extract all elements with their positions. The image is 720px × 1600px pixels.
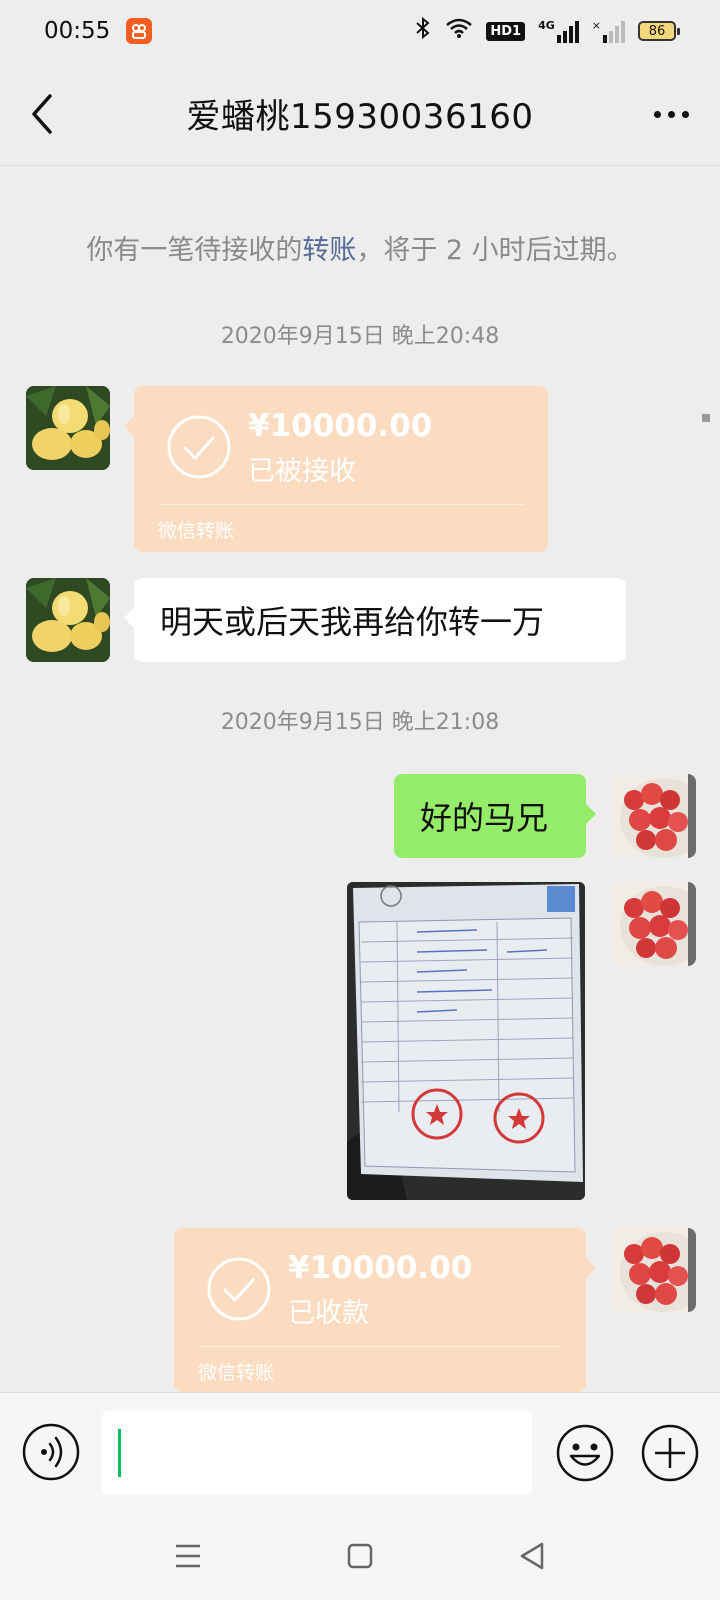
transfer-status: 已收款 [288, 1298, 369, 1329]
timestamp: 2020年9月15日 晚上21:08 [220, 710, 500, 735]
transfer-footer: 微信转账 [198, 1362, 275, 1384]
my-avatar[interactable] [612, 1228, 696, 1312]
status-bar: 00:55 HD1 4G × 86 [0, 0, 720, 62]
app-notification-icon [126, 18, 153, 44]
wifi-icon [445, 17, 473, 45]
chat-input-bar [0, 1392, 720, 1512]
voice-icon [22, 1423, 80, 1481]
emoji-button[interactable] [555, 1423, 615, 1483]
scroll-indicator [702, 414, 710, 422]
network-type-label: 4G [538, 19, 555, 32]
chat-title: 爱蟠桃15930036160 [186, 97, 534, 137]
transfer-amount: ¥10000.00 [248, 408, 433, 444]
transfer-footer: 微信转账 [158, 520, 235, 542]
chevron-left-icon [32, 94, 52, 134]
back-triangle-icon [520, 1542, 544, 1570]
divider [198, 1346, 562, 1347]
check-circle-icon [167, 415, 231, 479]
notice-prefix: 你有一笔待接收的 [86, 235, 303, 266]
peach-photo [26, 578, 110, 662]
message-input[interactable] [102, 1411, 532, 1495]
notice-suffix: ，将于 2 小时后过期。 [356, 235, 634, 266]
system-nav-bar [0, 1512, 720, 1600]
check-circle-icon [207, 1257, 271, 1321]
bluetooth-icon [414, 16, 432, 46]
more-button[interactable] [646, 94, 696, 134]
transfer-card-received[interactable]: ¥10000.00 已被接收 微信转账 [124, 386, 548, 552]
more-dots-icon [653, 110, 661, 118]
peach-photo [26, 386, 110, 470]
transfer-card-sent[interactable]: ¥10000.00 已收款 微信转账 [174, 1228, 596, 1392]
plus-icon [641, 1424, 699, 1482]
message-text: 明天或后天我再给你转一万 [160, 603, 545, 641]
my-avatar[interactable] [612, 774, 696, 858]
status-time: 00:55 [44, 18, 111, 44]
home-button[interactable] [338, 1534, 382, 1578]
cell-signal-2-icon: × [592, 19, 625, 43]
peach-red-photo [612, 882, 696, 966]
transfer-amount: ¥10000.00 [288, 1250, 473, 1286]
menu-button[interactable] [166, 1534, 210, 1578]
pending-transfer-notice: 你有一笔待接收的转账，将于 2 小时后过期。 [0, 228, 720, 267]
back-button[interactable] [22, 90, 66, 138]
sent-image-message[interactable] [347, 882, 585, 1200]
back-nav-button[interactable] [510, 1534, 554, 1578]
menu-icon [176, 1544, 200, 1568]
battery-icon: 86 [638, 21, 680, 41]
message-bubble-received[interactable]: 明天或后天我再给你转一万 [124, 578, 626, 662]
timestamp: 2020年9月15日 晚上20:48 [220, 324, 500, 349]
more-functions-button[interactable] [640, 1423, 700, 1483]
message-bubble-sent[interactable]: 好的马兄 [394, 774, 596, 858]
peach-red-photo [612, 1228, 696, 1312]
certificate-photo [347, 882, 585, 1200]
voice-button[interactable] [22, 1423, 80, 1481]
chat-header: 爱蟠桃15930036160 [0, 62, 720, 166]
emoji-icon [556, 1424, 614, 1482]
transfer-link[interactable]: 转账 [302, 235, 356, 266]
text-caret [118, 1429, 121, 1477]
contact-avatar[interactable] [26, 578, 110, 662]
cell-signal-icon: 4G [538, 19, 579, 43]
message-text: 好的马兄 [420, 799, 549, 837]
hd-voice-icon: HD1 [486, 21, 526, 41]
battery-level: 86 [648, 23, 666, 39]
transfer-status: 已被接收 [248, 456, 356, 487]
contact-avatar[interactable] [26, 386, 110, 470]
home-square-icon [347, 1543, 373, 1569]
peach-red-photo [612, 774, 696, 858]
my-avatar[interactable] [612, 882, 696, 966]
divider [158, 504, 524, 505]
